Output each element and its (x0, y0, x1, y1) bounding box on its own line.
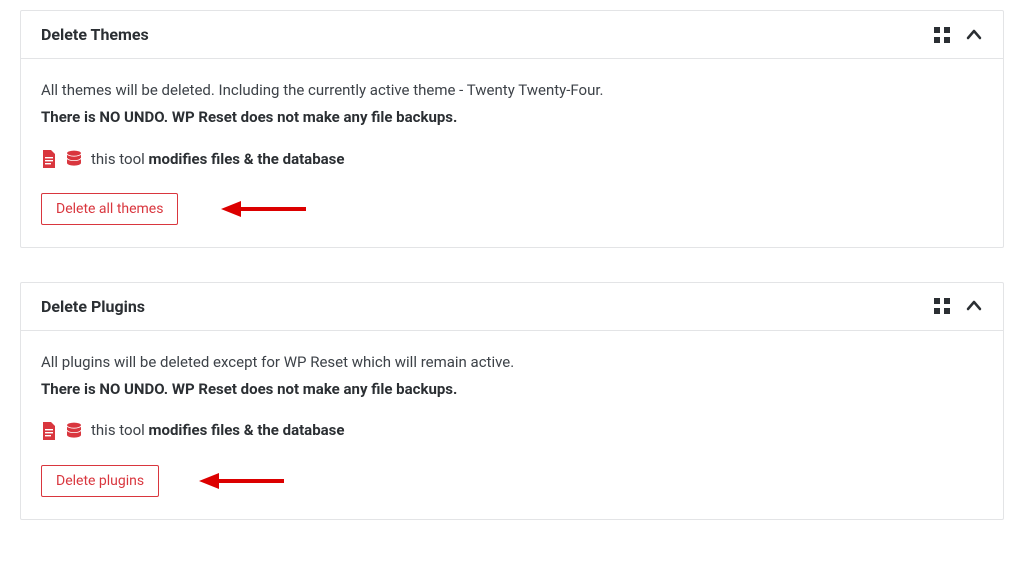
chevron-up-icon[interactable] (965, 297, 983, 315)
panel-description: All plugins will be deleted except for W… (41, 351, 983, 374)
delete-plugins-button[interactable]: Delete plugins (41, 465, 159, 497)
modifies-prefix: this tool (91, 150, 149, 168)
annotation-arrow-icon (199, 471, 284, 491)
panel-description: All themes will be deleted. Including th… (41, 79, 983, 102)
annotation-arrow-icon (221, 199, 306, 219)
panel-header-controls (933, 26, 983, 44)
delete-all-themes-button[interactable]: Delete all themes (41, 193, 178, 225)
modifies-bold: modifies files & the database (149, 150, 345, 168)
grid-icon[interactable] (933, 297, 951, 315)
panel-body: All themes will be deleted. Including th… (21, 59, 1003, 247)
panel-header: Delete Themes (21, 11, 1003, 59)
modifies-text: this tool modifies files & the database (91, 419, 344, 442)
modifies-text: this tool modifies files & the database (91, 148, 344, 171)
panel-warning: There is NO UNDO. WP Reset does not make… (41, 378, 983, 401)
panel-delete-plugins: Delete Plugins All plugin (20, 282, 1004, 520)
database-icon (65, 150, 83, 168)
panel-header-controls (933, 297, 983, 315)
database-icon (65, 422, 83, 440)
modifies-bold: modifies files & the database (149, 421, 345, 439)
panel-delete-themes: Delete Themes All themes (20, 10, 1004, 248)
chevron-up-icon[interactable] (965, 26, 983, 44)
panel-body: All plugins will be deleted except for W… (21, 331, 1003, 519)
modifies-row: this tool modifies files & the database (41, 419, 983, 442)
panel-warning: There is NO UNDO. WP Reset does not make… (41, 106, 983, 129)
panel-title: Delete Themes (41, 25, 149, 44)
panel-title: Delete Plugins (41, 297, 145, 316)
modifies-prefix: this tool (91, 421, 149, 439)
file-icon (41, 422, 57, 440)
grid-icon[interactable] (933, 26, 951, 44)
panel-header: Delete Plugins (21, 283, 1003, 331)
modifies-row: this tool modifies files & the database (41, 148, 983, 171)
file-icon (41, 150, 57, 168)
